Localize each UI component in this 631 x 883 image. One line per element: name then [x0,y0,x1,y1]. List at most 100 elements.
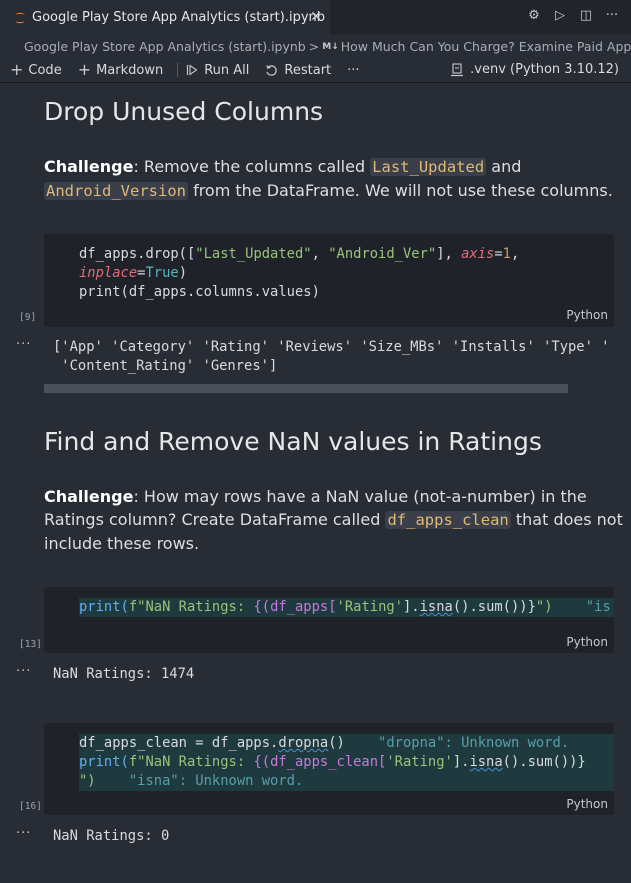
cell-output: NaN Ratings: 1474 [53,666,195,682]
code-token: ]. [402,599,420,615]
code-token: ) [178,265,188,281]
toolbar-divider [177,63,179,77]
execution-count: [13] [19,639,42,650]
code-token: ().sum())} [502,754,586,770]
output-more-icon[interactable]: ··· [16,337,31,352]
output-more-icon[interactable]: ··· [16,664,31,679]
execution-count: [16] [19,801,42,812]
code-token: True [145,265,179,281]
code-token: print( [79,599,129,615]
cell-language-label[interactable]: Python [566,797,608,811]
markdown-icon: M↓ [322,41,339,52]
code-token: dropna [278,735,329,751]
code-token: 'Rating' [386,754,453,770]
code-cell[interactable]: print(f"NaN Ratings: {(df_apps['Rating']… [44,587,614,653]
paragraph-text: : Remove the columns called [133,157,371,176]
run-all-label: Run All [204,62,250,78]
close-icon[interactable]: ✕ [310,9,322,25]
jupyter-icon [15,12,25,23]
restart-icon [266,64,278,76]
run-icon[interactable]: ▷ [553,9,567,23]
code-cell[interactable]: df_apps_clean = df_apps.dropna() "dropna… [44,723,614,815]
spellcheck-hint: "dropna": Unknown word. [344,735,570,751]
code-token: {(df_apps[ [253,599,337,615]
code-cell[interactable]: df_apps.drop(["Last_Updated", "Android_V… [44,234,614,327]
code-token: ().sum())} [452,599,536,615]
code-token: 'Rating' [336,599,403,615]
split-editor-icon[interactable]: ◫ [579,9,593,23]
output-horizontal-scrollbar[interactable] [44,384,568,393]
output-text: ['App' 'Category' 'Rating' 'Reviews' 'Si… [53,339,610,355]
code-editor[interactable]: df_apps_clean = df_apps.dropna() "dropna… [79,734,614,791]
cell-language-label[interactable]: Python [566,308,608,322]
code-token: ") [79,773,96,789]
inline-code: Last_Updated [370,158,487,176]
add-code-label: Code [28,62,62,78]
inline-code: df_apps_clean [385,511,511,529]
code-token: "Last_Updated" [195,246,312,262]
add-markdown-label: Markdown [96,62,164,78]
code-token: print(df_apps.columns.values) [79,284,320,300]
editor-tab-bar: Google Play Store App Analytics (start).… [0,0,631,35]
notebook-body: Drop Unused Columns Challenge: Remove th… [0,83,631,883]
code-token: isna [419,599,453,615]
code-token: axis [461,246,495,262]
cell-output: ['App' 'Category' 'Rating' 'Reviews' 'Si… [53,338,610,376]
notebook-toolbar: + Code + Markdown Run All Restart ··· .v… [0,58,631,83]
more-actions-icon[interactable]: ··· [605,9,619,23]
code-token: ") [535,599,553,615]
code-token: f"NaN Ratings: [128,754,254,770]
breadcrumb-section[interactable]: How Much Can You Charge? Examine Paid Ap… [341,39,631,54]
code-token: print( [79,754,129,770]
code-editor[interactable]: df_apps.drop(["Last_Updated", "Android_V… [79,245,519,302]
code-token: () [328,735,345,751]
paragraph-text: and [486,157,522,176]
add-code-button[interactable]: + Code [10,60,62,79]
code-token: {(df_apps_clean[ [253,754,387,770]
code-token: ], [436,246,462,262]
code-token: isna [469,754,503,770]
section-heading: Find and Remove NaN values in Ratings [44,427,542,456]
gear-icon[interactable]: ⚙ [527,9,541,23]
code-token: inplace [79,265,138,281]
restart-button[interactable]: Restart [265,63,331,78]
plus-icon: + [10,60,24,79]
challenge-label: Challenge [44,487,134,506]
run-all-icon [187,64,198,76]
cell-language-label[interactable]: Python [566,635,608,649]
markdown-paragraph: Challenge: Remove the columns called Las… [44,155,624,203]
tab-actions: ⚙ ▷ ◫ ··· [527,9,619,23]
code-editor[interactable]: print(f"NaN Ratings: {(df_apps['Rating']… [79,598,614,617]
add-markdown-button[interactable]: + Markdown [77,60,164,79]
markdown-paragraph: Challenge: How may rows have a NaN value… [44,485,624,555]
notebook-tab[interactable]: Google Play Store App Analytics (start).… [0,0,330,35]
code-token: , [311,246,329,262]
code-token: "Android_Ver" [328,246,437,262]
breadcrumb: Google Play Store App Analytics (start).… [0,35,631,58]
restart-label: Restart [284,62,332,78]
kernel-icon [451,62,464,76]
section-heading: Drop Unused Columns [44,97,324,126]
output-more-icon[interactable]: ··· [16,826,31,841]
plus-icon: + [77,60,92,79]
spellcheck-hint: "is [552,599,611,615]
paragraph-text: from the DataFrame. We will not use thes… [187,181,613,200]
inline-code: Android_Version [44,182,188,200]
kernel-label: .venv (Python 3.10.12) [470,62,619,77]
execution-count: [9] [19,312,37,323]
chevron-right-icon: > [308,39,320,54]
breadcrumb-file[interactable]: Google Play Store App Analytics (start).… [24,39,306,54]
output-text: 'Content_Rating' 'Genres'] [53,358,278,374]
code-token: df_apps_clean = df_apps. [79,735,279,751]
code-token: , [510,246,520,262]
run-all-button[interactable]: Run All [186,63,249,78]
code-token: 1 [502,246,511,262]
code-token: ]. [452,754,470,770]
challenge-label: Challenge [44,157,134,176]
kernel-picker[interactable]: .venv (Python 3.10.12) [450,62,619,77]
tab-title: Google Play Store App Analytics (start).… [32,10,326,25]
more-actions-icon[interactable]: ··· [347,63,359,78]
code-token: df_apps.drop([ [79,246,196,262]
code-token: = [494,246,503,262]
code-token: f"NaN Ratings: [128,599,254,615]
